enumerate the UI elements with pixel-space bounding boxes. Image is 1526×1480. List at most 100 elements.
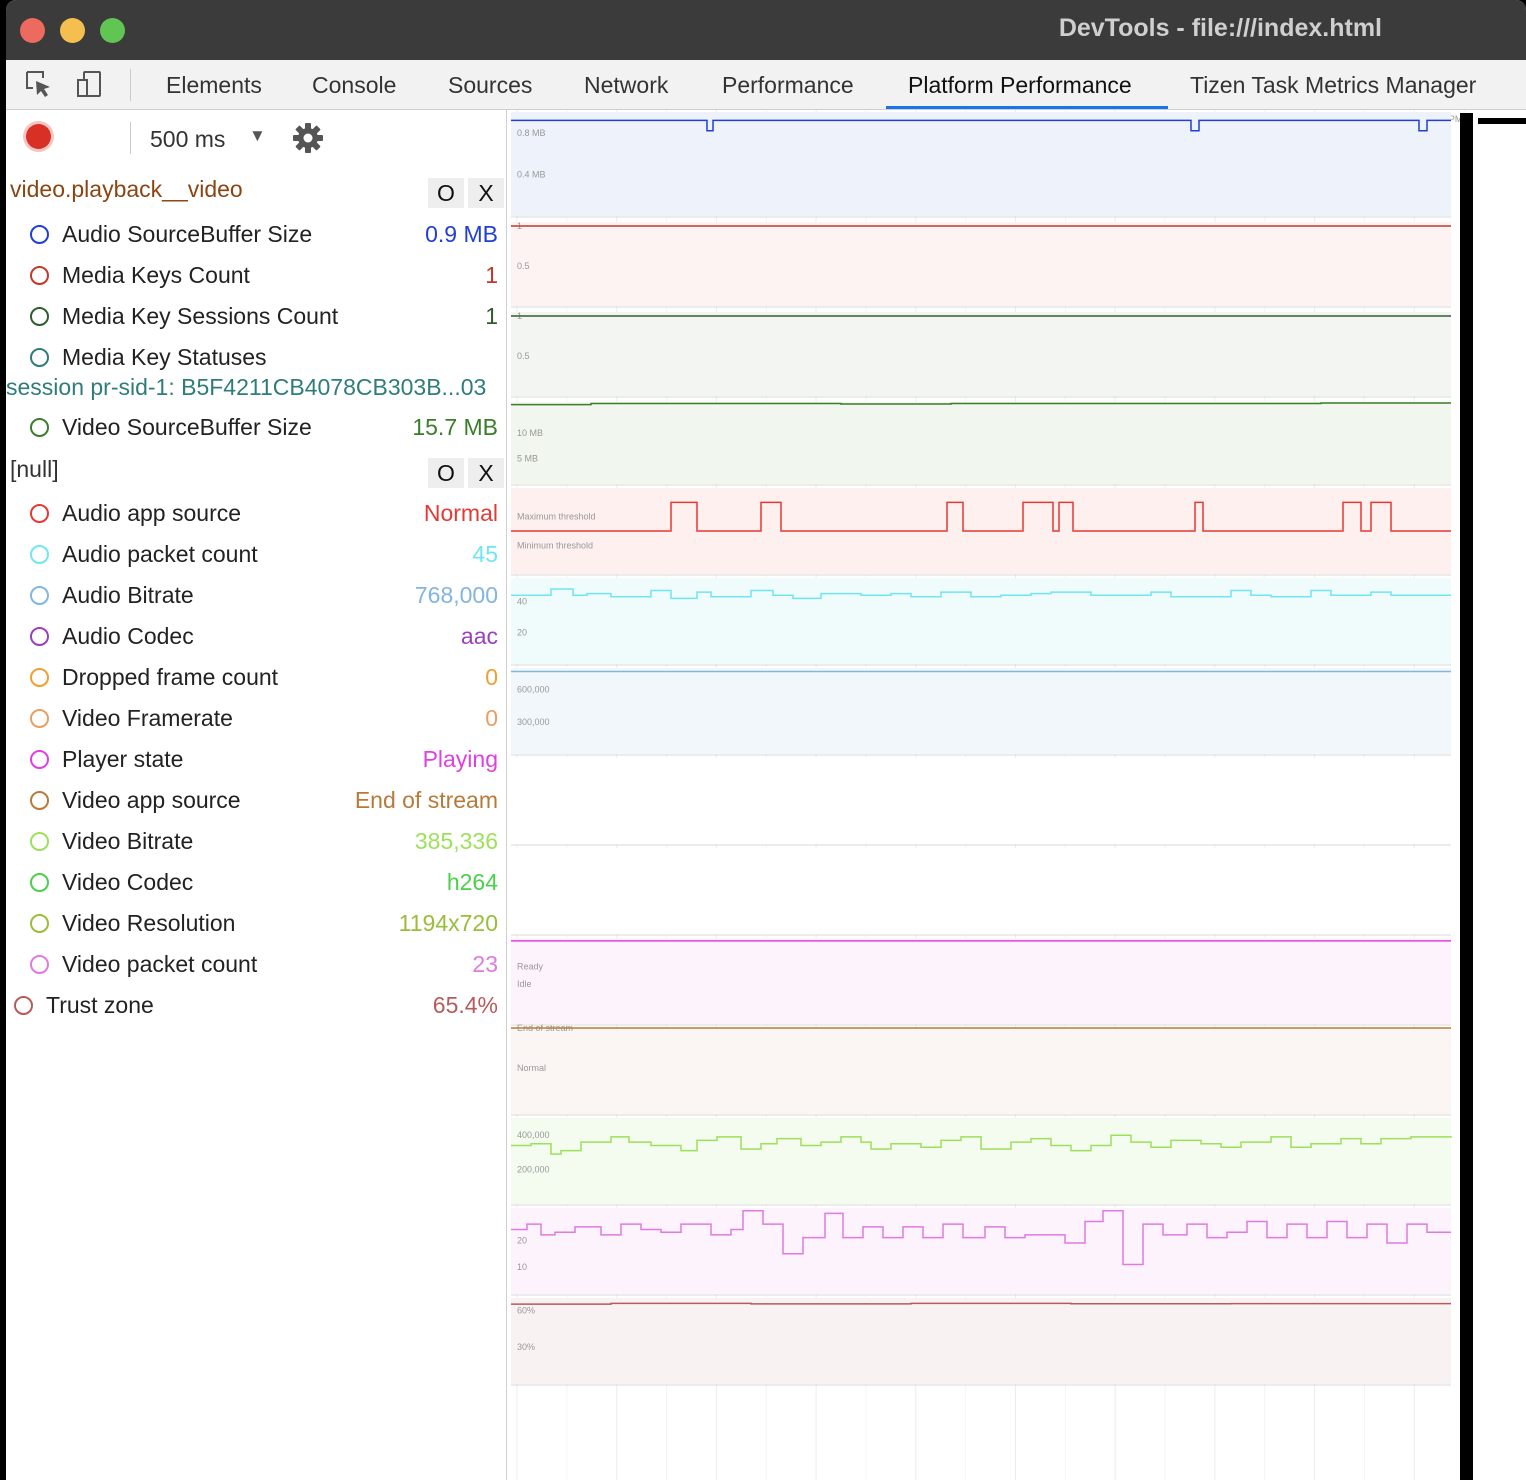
devtools-window: DevTools - file:///index.html Elements Co… (6, 0, 1526, 1480)
metric-label: Dropped frame count (62, 664, 279, 690)
metric-label: Video Framerate (62, 705, 233, 731)
metric-toggle-icon[interactable] (30, 545, 49, 564)
y-axis-tick-label: Maximum threshold (517, 512, 596, 522)
metric-row[interactable]: Audio app source Normal (6, 495, 502, 533)
metric-row[interactable]: Audio Codec aac (6, 618, 502, 656)
pane-divider[interactable] (1460, 113, 1473, 1480)
tab-sources[interactable]: Sources (448, 72, 532, 99)
record-button[interactable] (26, 124, 51, 149)
y-axis-tick-label: 0.5 (517, 261, 530, 271)
metric-toggle-icon[interactable] (30, 914, 49, 933)
metric-toggle-icon[interactable] (30, 348, 49, 367)
metric-row[interactable]: Player state Playing (6, 741, 502, 779)
metric-value: 1 (485, 262, 498, 288)
metric-value: 385,336 (414, 828, 498, 854)
maximize-window-button[interactable] (100, 18, 125, 43)
toolbar-separator (130, 69, 131, 101)
metric-row[interactable]: Video Framerate 0 (6, 700, 502, 738)
metric-toggle-icon[interactable] (30, 955, 49, 974)
metric-value: 0 (485, 664, 498, 690)
y-axis-tick-label: 0.8 MB (517, 128, 546, 138)
metric-label: Audio packet count (62, 541, 258, 567)
controls-separator (130, 122, 131, 154)
metric-row[interactable]: Audio Bitrate 768,000 (6, 577, 502, 615)
metric-toggle-icon[interactable] (30, 832, 49, 851)
y-axis-tick-label: Normal (517, 1063, 546, 1073)
metric-row[interactable]: Video app source End of stream (6, 782, 502, 820)
group-name: video.playback__video (10, 176, 243, 202)
tab-console[interactable]: Console (312, 72, 396, 99)
chart-background (511, 758, 1451, 844)
group-toggle-button[interactable]: O (428, 178, 464, 208)
metric-row[interactable]: Media Keys Count 1 (6, 257, 502, 295)
tab-network[interactable]: Network (584, 72, 668, 99)
tab-elements[interactable]: Elements (166, 72, 262, 99)
metric-row[interactable]: Audio SourceBuffer Size 0.9 MB (6, 216, 502, 254)
metric-toggle-icon[interactable] (30, 709, 49, 728)
tab-tizen-task-metrics-manager[interactable]: Tizen Task Metrics Manager (1190, 72, 1476, 99)
metric-value: 45 (472, 541, 498, 567)
gear-icon[interactable] (292, 122, 324, 154)
metric-label: Player state (62, 746, 184, 772)
metric-toggle-icon[interactable] (30, 586, 49, 605)
group-remove-button[interactable]: X (468, 178, 504, 208)
metric-label: Video Bitrate (62, 828, 194, 854)
devtools-tab-bar: Elements Console Sources Network Performance… (6, 60, 1526, 110)
metric-toggle-icon[interactable] (30, 418, 49, 437)
metric-value: 23 (472, 951, 498, 977)
metric-row[interactable]: Trust zone 65.4% (6, 987, 502, 1025)
y-axis-tick-label: 30% (517, 1342, 535, 1352)
sampling-interval: 500 ms (150, 126, 226, 152)
metric-row[interactable]: Video Bitrate 385,336 (6, 823, 502, 861)
group-remove-button[interactable]: X (468, 458, 504, 488)
chart-background (511, 668, 1451, 754)
media-key-session-status: session pr-sid-1: B5F4211CB4078CB303B...… (6, 374, 487, 400)
y-axis-tick-label: Idle (517, 979, 532, 989)
metric-row[interactable]: Audio packet count 45 (6, 536, 502, 574)
metric-row[interactable]: Video SourceBuffer Size 15.7 MB (6, 409, 502, 447)
inspect-element-icon[interactable] (24, 69, 54, 99)
device-toolbar-icon[interactable] (74, 69, 104, 99)
metric-row[interactable]: Dropped frame count 0 (6, 659, 502, 697)
y-axis-tick-label: 5 MB (517, 453, 538, 463)
metric-toggle-icon[interactable] (30, 791, 49, 810)
metric-toggle-icon[interactable] (14, 996, 33, 1015)
group-name: [null] (10, 456, 59, 482)
chart-background (511, 1028, 1451, 1114)
y-axis-tick-label: 20 (517, 628, 527, 638)
metric-toggle-icon[interactable] (30, 225, 49, 244)
metric-toggle-icon[interactable] (30, 504, 49, 523)
metric-row[interactable]: Video Resolution 1194x720 (6, 905, 502, 943)
title-bar: DevTools - file:///index.html (6, 0, 1526, 60)
metric-value: 1194x720 (398, 910, 498, 936)
y-axis-tick-label: Minimum threshold (517, 540, 593, 550)
metric-row[interactable]: Video packet count 23 (6, 946, 502, 984)
metric-label: Media Key Sessions Count (62, 303, 339, 329)
metric-toggle-icon[interactable] (30, 307, 49, 326)
chart-background (511, 112, 1451, 216)
metric-row[interactable]: Media Key Statuses (6, 339, 502, 377)
metric-toggle-icon[interactable] (30, 668, 49, 687)
minimize-window-button[interactable] (60, 18, 85, 43)
metric-toggle-icon[interactable] (30, 627, 49, 646)
y-axis-tick-label: 10 (517, 1262, 527, 1272)
chart-pane: 7:05:10 PM7:05:15 PM7:05:20 PM7:05:25 PM… (506, 110, 1467, 1480)
tab-platform-performance[interactable]: Platform Performance (908, 72, 1132, 99)
metric-label: Video Resolution (62, 910, 236, 936)
y-axis-tick-label: 600,000 (517, 685, 550, 695)
metrics-sidebar: 500 ms ▼ video.playback__video O X [null] O X… (6, 110, 506, 1480)
metric-toggle-icon[interactable] (30, 266, 49, 285)
chart-background (511, 848, 1451, 934)
metric-row[interactable]: Media Key Sessions Count 1 (6, 298, 502, 336)
y-axis-tick-label: 0.5 (517, 351, 530, 361)
interval-dropdown-icon[interactable]: ▼ (249, 126, 266, 146)
group-toggle-button[interactable]: O (428, 458, 464, 488)
metric-row[interactable]: Video Codec h264 (6, 864, 502, 902)
metric-toggle-icon[interactable] (30, 750, 49, 769)
close-window-button[interactable] (20, 18, 45, 43)
metric-value: End of stream (354, 787, 498, 813)
metric-value: h264 (446, 869, 498, 895)
tab-performance[interactable]: Performance (722, 72, 854, 99)
metric-value: 768,000 (414, 582, 498, 608)
metric-toggle-icon[interactable] (30, 873, 49, 892)
